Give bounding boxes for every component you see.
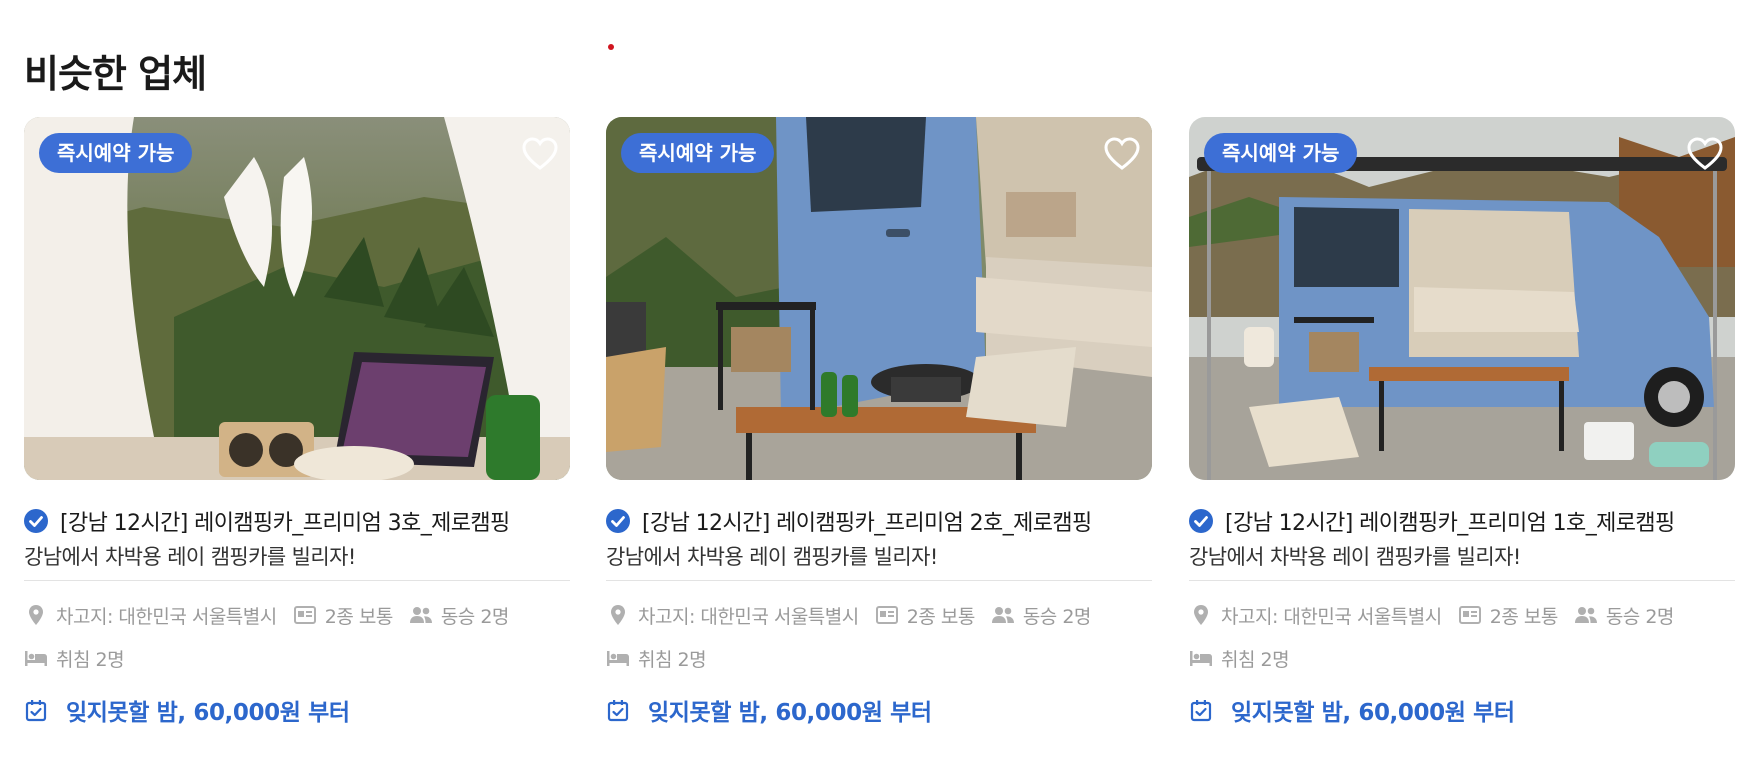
license-type: 2종 보통 [906, 605, 976, 628]
garage-location: 차고지: 대한민국 서울특별시 [638, 605, 859, 628]
calendar-check-icon [24, 698, 48, 722]
listing-price-row[interactable]: 잊지못할 밤, 60,000원 부터 [1189, 694, 1515, 726]
calendar-check-icon [1189, 698, 1213, 722]
map-pin-icon [24, 603, 48, 627]
listing-price: 잊지못할 밤, 60,000원 부터 [66, 700, 350, 726]
bed-icon [606, 646, 630, 670]
listing-card[interactable]: 즉시예약 가능 [강남 12시간] 레이캠핑카_프리미엄 2호_제로캠핑 강남에… [606, 117, 1152, 726]
people-icon [1574, 603, 1598, 627]
listing-meta-row-2: 취침 2명 [1189, 644, 1290, 672]
listing-name-row[interactable]: [강남 12시간] 레이캠핑카_프리미엄 1호_제로캠핑 [1189, 506, 1735, 536]
passenger-count: 동승 2명 [1605, 605, 1675, 628]
sleeping-capacity: 취침 2명 [1221, 648, 1290, 671]
listing-meta-row-2: 취침 2명 [606, 644, 707, 672]
favorite-heart-icon[interactable] [522, 137, 558, 171]
map-pin-icon [606, 603, 630, 627]
sleeping-capacity: 취침 2명 [638, 648, 707, 671]
divider [24, 580, 570, 581]
check-circle-icon [1189, 509, 1213, 533]
license-type: 2종 보통 [324, 605, 394, 628]
listing-card[interactable]: 즉시예약 가능 [강남 12시간] 레이캠핑카_프리미엄 1호_제로캠핑 강남에… [1189, 117, 1735, 726]
listing-name-row[interactable]: [강남 12시간] 레이캠핑카_프리미엄 2호_제로캠핑 [606, 506, 1152, 536]
listing-price: 잊지못할 밤, 60,000원 부터 [1231, 700, 1515, 726]
listing-photo[interactable]: 즉시예약 가능 [24, 117, 570, 480]
id-card-icon [875, 603, 899, 627]
listing-photo[interactable]: 즉시예약 가능 [606, 117, 1152, 480]
garage-location: 차고지: 대한민국 서울특별시 [1221, 605, 1442, 628]
divider [606, 580, 1152, 581]
listing-photo[interactable]: 즉시예약 가능 [1189, 117, 1735, 480]
listing-subtitle: 강남에서 차박용 레이 캠핑카를 빌리자! [606, 545, 938, 569]
favorite-heart-icon[interactable] [1687, 137, 1723, 171]
listing-name[interactable]: [강남 12시간] 레이캠핑카_프리미엄 3호_제로캠핑 [60, 505, 510, 537]
listing-subtitle: 강남에서 차박용 레이 캠핑카를 빌리자! [1189, 545, 1521, 569]
listing-meta-row: 차고지: 대한민국 서울특별시 2종 보통 동승 2명 [606, 601, 1091, 629]
id-card-icon [1458, 603, 1482, 627]
people-icon [409, 603, 433, 627]
listing-name-row[interactable]: [강남 12시간] 레이캠핑카_프리미엄 3호_제로캠핑 [24, 506, 570, 536]
listing-price: 잊지못할 밤, 60,000원 부터 [648, 700, 932, 726]
listing-meta-row: 차고지: 대한민국 서울특별시 2종 보통 동승 2명 [1189, 601, 1674, 629]
garage-location: 차고지: 대한민국 서울특별시 [56, 605, 277, 628]
sleeping-capacity: 취침 2명 [56, 648, 125, 671]
listing-meta-row-2: 취침 2명 [24, 644, 125, 672]
listing-subtitle: 강남에서 차박용 레이 캠핑카를 빌리자! [24, 545, 356, 569]
divider [1189, 580, 1735, 581]
favorite-heart-icon[interactable] [1104, 137, 1140, 171]
license-type: 2종 보통 [1489, 605, 1559, 628]
listing-price-row[interactable]: 잊지못할 밤, 60,000원 부터 [24, 694, 350, 726]
red-dot-marker [608, 44, 614, 50]
passenger-count: 동승 2명 [440, 605, 510, 628]
listing-card[interactable]: 즉시예약 가능 [강남 12시간] 레이캠핑카_프리미엄 3호_제로캠핑 강남에… [24, 117, 570, 726]
bed-icon [24, 646, 48, 670]
instant-booking-badge: 즉시예약 가능 [621, 133, 775, 173]
id-card-icon [293, 603, 317, 627]
people-icon [991, 603, 1015, 627]
bed-icon [1189, 646, 1213, 670]
instant-booking-badge: 즉시예약 가능 [39, 133, 193, 173]
section-title: 비슷한 업체 [24, 52, 207, 97]
listing-name[interactable]: [강남 12시간] 레이캠핑카_프리미엄 2호_제로캠핑 [642, 505, 1092, 537]
calendar-check-icon [606, 698, 630, 722]
check-circle-icon [24, 509, 48, 533]
passenger-count: 동승 2명 [1022, 605, 1092, 628]
listing-meta-row: 차고지: 대한민국 서울특별시 2종 보통 동승 2명 [24, 601, 509, 629]
instant-booking-badge: 즉시예약 가능 [1204, 133, 1358, 173]
check-circle-icon [606, 509, 630, 533]
listing-name[interactable]: [강남 12시간] 레이캠핑카_프리미엄 1호_제로캠핑 [1225, 505, 1675, 537]
listing-price-row[interactable]: 잊지못할 밤, 60,000원 부터 [606, 694, 932, 726]
map-pin-icon [1189, 603, 1213, 627]
